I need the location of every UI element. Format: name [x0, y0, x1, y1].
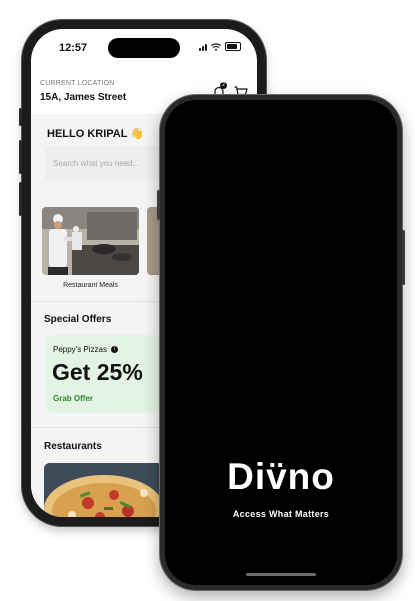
offer-brand-label: Peppy's Pizzas — [53, 345, 107, 354]
restaurant-meals-image — [42, 207, 139, 275]
volume-up-button — [19, 140, 22, 174]
status-time: 12:57 — [59, 42, 88, 54]
grab-offer-link[interactable]: Grab Offer — [53, 394, 93, 403]
battery-icon — [225, 42, 241, 51]
location-label: CURRENT LOCATION — [40, 80, 115, 87]
splash-screen: Div̈no Access What Matters — [165, 100, 397, 585]
brand-logo: Div̈no — [227, 456, 335, 497]
status-bar: 12:57 — [31, 29, 257, 65]
location-address[interactable]: 15A, James Street — [40, 92, 126, 103]
volume-down-button — [19, 182, 22, 216]
status-icons — [199, 42, 241, 51]
wifi-icon — [211, 42, 221, 51]
restaurants-title: Restaurants — [44, 441, 102, 452]
dynamic-island — [108, 38, 180, 58]
front-phone: Div̈no Access What Matters — [157, 95, 405, 590]
signal-icon — [199, 43, 207, 51]
silent-switch — [19, 108, 22, 126]
notification-badge: 2 — [220, 82, 227, 89]
special-offers-title: Special Offers — [44, 314, 112, 325]
home-indicator[interactable] — [246, 573, 316, 576]
category-card-restaurant-meals[interactable]: Restaurant Meals — [42, 207, 139, 297]
restaurant-image-pizza[interactable] — [44, 463, 174, 517]
greeting: HELLO KRIPAL 👋 — [47, 128, 145, 140]
info-icon[interactable]: i — [111, 346, 119, 354]
power-button — [402, 230, 405, 285]
offer-headline: Get 25% — [52, 359, 143, 385]
offer-brand: Peppy's Pizzas i — [53, 345, 119, 354]
category-label: Restaurant Meals — [63, 282, 118, 289]
tagline: Access What Matters — [232, 509, 330, 519]
volume-button — [157, 190, 160, 220]
